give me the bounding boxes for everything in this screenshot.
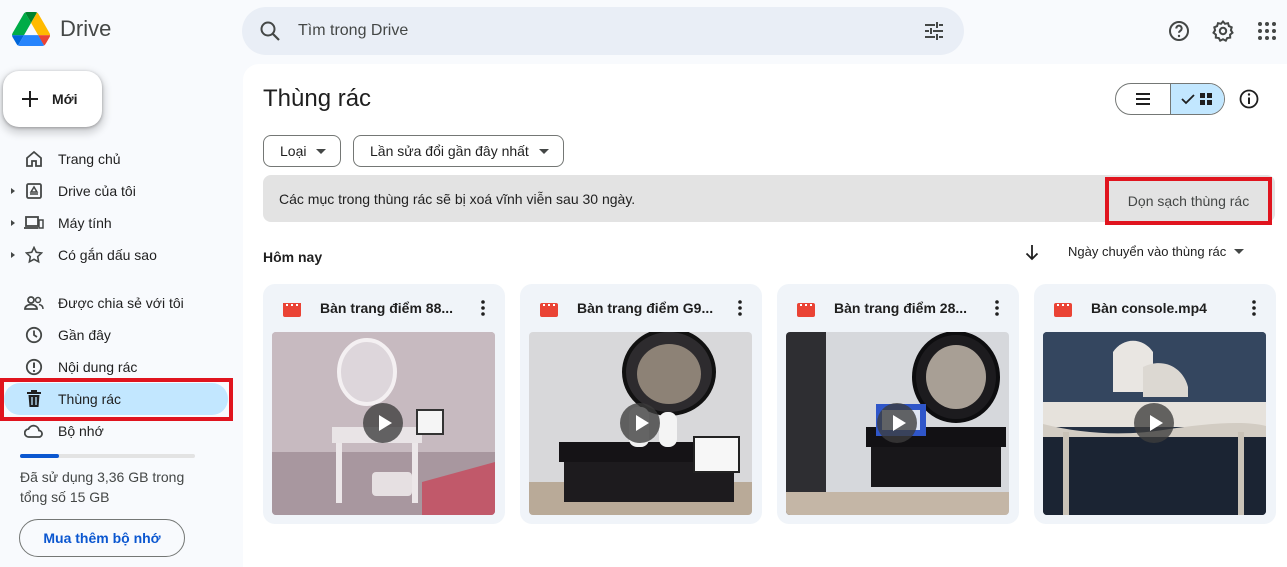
check-icon	[1181, 94, 1195, 105]
list-icon	[1135, 93, 1150, 105]
sidebar-item-recent[interactable]: Gần đây	[4, 319, 228, 351]
file-card[interactable]: Bàn console.mp4	[1034, 284, 1276, 524]
new-button[interactable]: Mới	[3, 71, 102, 127]
more-options-icon[interactable]	[473, 298, 493, 323]
section-heading: Hôm nay	[263, 249, 323, 265]
banner-text: Các mục trong thùng rác sẽ bị xoá vĩnh v…	[279, 190, 636, 207]
chevron-down-icon	[316, 148, 327, 154]
play-icon[interactable]	[363, 403, 403, 443]
expand-arrow-icon[interactable]	[11, 252, 15, 258]
video-file-icon	[540, 301, 558, 322]
sidebar-item-label: Trang chủ	[58, 151, 121, 167]
more-options-icon[interactable]	[987, 298, 1007, 323]
help-icon[interactable]	[1159, 11, 1199, 51]
sidebar-item-label: Nội dung rác	[58, 359, 138, 375]
plus-icon	[22, 91, 38, 107]
computer-icon	[24, 213, 44, 233]
clock-icon	[24, 325, 44, 345]
storage-usage-text: Đã sử dụng 3,36 GB trong tổng số 15 GB	[20, 469, 185, 505]
search-input[interactable]	[298, 17, 898, 45]
sidebar-item-label: Được chia sẻ với tôi	[58, 295, 184, 311]
info-icon[interactable]	[1237, 87, 1261, 116]
buy-storage-button[interactable]: Mua thêm bộ nhớ	[19, 519, 185, 557]
new-button-label: Mới	[52, 91, 78, 107]
video-file-icon	[283, 301, 301, 322]
home-icon	[24, 149, 44, 169]
sort-direction-icon[interactable]	[1024, 243, 1040, 266]
spam-icon	[24, 357, 44, 377]
play-icon[interactable]	[620, 403, 660, 443]
type-filter-chip[interactable]: Loại	[263, 135, 342, 167]
sidebar-item-label: Máy tính	[58, 215, 112, 231]
grid-view-button[interactable]	[1169, 84, 1224, 114]
sidebar-item-home[interactable]: Trang chủ	[4, 143, 228, 175]
file-name: Bàn trang điểm 28...	[834, 300, 968, 316]
sidebar-item-label: Drive của tôi	[58, 183, 136, 199]
sidebar-item-my-drive[interactable]: Drive của tôi	[4, 175, 228, 207]
file-card[interactable]: Bàn trang điểm G9...	[520, 284, 762, 524]
apps-grid-icon[interactable]	[1247, 11, 1287, 51]
grid-icon	[1200, 93, 1213, 105]
expand-arrow-icon[interactable]	[11, 188, 15, 194]
chevron-down-icon	[1234, 249, 1245, 254]
list-view-button[interactable]	[1116, 84, 1170, 114]
file-name: Bàn trang điểm G9...	[577, 300, 714, 316]
google-drive-logo-icon	[12, 12, 50, 46]
more-options-icon[interactable]	[730, 298, 750, 323]
settings-icon[interactable]	[1203, 11, 1243, 51]
video-file-icon	[797, 301, 815, 322]
video-thumbnail[interactable]	[529, 332, 752, 515]
more-options-icon[interactable]	[1244, 298, 1264, 323]
sidebar-item-shared[interactable]: Được chia sẻ với tôi	[4, 287, 228, 319]
modified-filter-label: Lần sửa đổi gần đây nhất	[370, 143, 529, 159]
video-file-icon	[1054, 301, 1072, 322]
sidebar-item-label: Gần đây	[58, 327, 111, 343]
modified-filter-chip[interactable]: Lần sửa đổi gần đây nhất	[353, 135, 564, 167]
sidebar-item-computers[interactable]: Máy tính	[4, 207, 228, 239]
type-filter-label: Loại	[280, 143, 307, 159]
expand-arrow-icon[interactable]	[11, 220, 15, 226]
drive-logo[interactable]: Drive	[12, 12, 111, 46]
file-name: Bàn trang điểm 88...	[320, 300, 454, 316]
people-icon	[24, 293, 44, 313]
video-thumbnail[interactable]	[1043, 332, 1266, 515]
tune-icon[interactable]	[922, 19, 946, 48]
sort-by-label: Ngày chuyển vào thùng rác	[1068, 244, 1227, 259]
search-icon[interactable]	[258, 19, 282, 48]
my-drive-icon	[24, 181, 44, 201]
trash-highlight-box	[0, 378, 233, 421]
storage-progress-fill	[20, 454, 60, 458]
storage-progress-bar	[20, 454, 195, 458]
video-thumbnail[interactable]	[786, 332, 1009, 515]
sidebar-item-label: Bộ nhớ	[58, 423, 104, 439]
sidebar-item-label: Có gắn dấu sao	[58, 247, 157, 263]
view-toggle[interactable]	[1115, 83, 1225, 115]
sidebar-item-starred[interactable]: Có gắn dấu sao	[4, 239, 228, 271]
chevron-down-icon	[538, 148, 549, 154]
video-thumbnail[interactable]	[272, 332, 495, 515]
search-bar[interactable]	[242, 7, 964, 55]
play-icon[interactable]	[1134, 403, 1174, 443]
main-content: Thùng rác Loại Lần sửa đổi gần đây nhất …	[243, 64, 1287, 567]
file-card[interactable]: Bàn trang điểm 88...	[263, 284, 505, 524]
app-name: Drive	[60, 16, 112, 41]
play-icon[interactable]	[877, 403, 917, 443]
file-grid: Bàn trang điểm 88... Bàn trang điểm G9..…	[263, 284, 1276, 524]
file-card[interactable]: Bàn trang điểm 28...	[777, 284, 1019, 524]
header-actions	[1159, 11, 1287, 51]
sort-by-dropdown[interactable]: Ngày chuyển vào thùng rác	[1068, 244, 1245, 259]
empty-trash-button[interactable]: Dọn sạch thùng rác	[1105, 177, 1272, 225]
star-icon	[24, 245, 44, 265]
file-name: Bàn console.mp4	[1091, 300, 1207, 316]
page-title: Thùng rác	[263, 85, 372, 112]
cloud-icon	[24, 421, 44, 441]
